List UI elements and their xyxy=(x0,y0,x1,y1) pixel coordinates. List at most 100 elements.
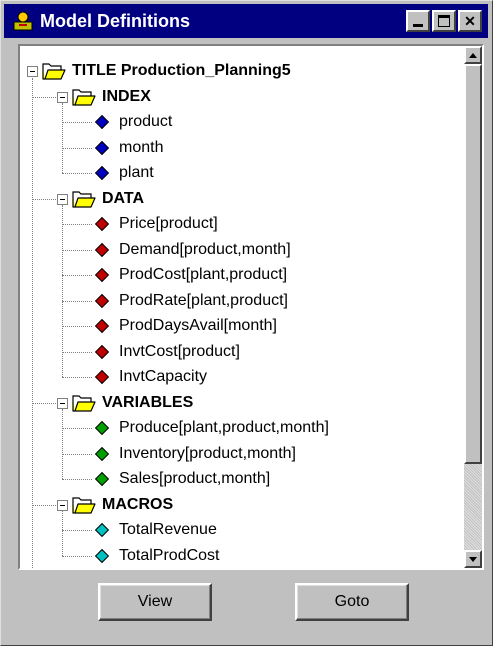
tree-connector xyxy=(62,377,92,378)
data-diamond-icon xyxy=(94,267,110,283)
scroll-down-button[interactable] xyxy=(464,550,482,568)
scroll-thumb[interactable] xyxy=(464,64,482,464)
goto-button[interactable]: Goto xyxy=(295,583,409,621)
item-label: TotalRevenue xyxy=(119,521,217,538)
data-diamond-icon xyxy=(94,216,110,232)
tree-connector xyxy=(62,224,92,225)
data-diamond-icon xyxy=(94,344,110,359)
window-title: Model Definitions xyxy=(40,10,190,31)
variables-diamond-icon xyxy=(94,446,110,461)
tree-item[interactable]: ProdDaysAvail[month] xyxy=(92,314,277,338)
tree-connector xyxy=(32,78,33,568)
item-label: Produce[plant,product,month] xyxy=(119,419,329,436)
tree-item[interactable]: ProdCost[plant,product] xyxy=(92,263,287,287)
title-bar[interactable]: Model Definitions ✕ xyxy=(4,4,488,38)
item-label: Demand[product,month] xyxy=(119,240,291,258)
macros-diamond-icon xyxy=(94,548,110,563)
tree-item[interactable]: product xyxy=(92,110,172,134)
scroll-up-button[interactable] xyxy=(464,46,482,64)
tree-connector xyxy=(62,479,92,480)
view-button[interactable]: View xyxy=(98,583,212,621)
item-label: month xyxy=(119,138,164,156)
tree-item[interactable]: Produce[plant,product,month] xyxy=(92,416,329,440)
tree-item[interactable]: plant xyxy=(92,161,154,185)
tree-item[interactable]: ProdRate[plant,product] xyxy=(92,289,288,313)
tree-root-label: TITLE Production_Planning5 xyxy=(72,62,291,79)
item-label: ProdDaysAvail[month] xyxy=(119,317,277,334)
folder-icon xyxy=(72,190,96,208)
tree-connector xyxy=(32,96,56,98)
tree-connector xyxy=(32,402,56,404)
group-toggle-index[interactable] xyxy=(57,91,68,103)
tree-connector xyxy=(62,204,63,377)
tree-group-index[interactable]: INDEX xyxy=(72,85,151,109)
group-label: DATA xyxy=(102,189,145,207)
minimize-button[interactable] xyxy=(406,10,430,32)
data-diamond-icon xyxy=(94,318,110,334)
tree-item[interactable]: Demand[product,month] xyxy=(92,238,291,262)
folder-icon xyxy=(72,394,96,412)
variables-diamond-icon xyxy=(94,471,110,487)
item-label: Sales[product,month] xyxy=(119,470,271,487)
tree-item[interactable]: InvtCapacity xyxy=(92,365,207,389)
group-label: INDEX xyxy=(102,87,151,105)
item-label: ProdCost[plant,product] xyxy=(119,266,288,283)
tree-connector xyxy=(62,428,92,429)
tree-connector xyxy=(62,147,92,149)
tree-item[interactable]: TotalProdCost xyxy=(92,544,220,568)
item-label: product xyxy=(119,113,173,130)
arrow-up-icon xyxy=(469,52,477,58)
tree-connector xyxy=(62,249,92,251)
model-definitions-window: Model Definitions ✕ TITLE Production_Pla… xyxy=(0,0,493,646)
item-label: plant xyxy=(119,164,154,181)
maximize-button[interactable] xyxy=(432,10,456,32)
tree-connector xyxy=(62,351,92,353)
tree-group-variables[interactable]: VARIABLES xyxy=(72,391,193,415)
tree-connector xyxy=(62,530,92,531)
group-label: MACROS xyxy=(102,495,174,513)
tree-connector xyxy=(62,510,63,556)
tree-item[interactable]: Inventory[product,month] xyxy=(92,442,296,466)
tree-connector xyxy=(32,198,56,200)
macros-diamond-icon xyxy=(94,522,110,538)
tree-connector xyxy=(32,504,56,506)
folder-icon xyxy=(72,496,96,514)
close-button[interactable]: ✕ xyxy=(458,10,482,32)
index-diamond-icon xyxy=(94,140,110,155)
tree-root[interactable]: TITLE Production_Planning5 xyxy=(42,59,291,83)
tree-connector xyxy=(62,122,92,123)
tree-group-macros[interactable]: MACROS xyxy=(72,493,173,517)
tree-group-data[interactable]: DATA xyxy=(72,187,144,211)
item-label: TotalProdCost xyxy=(119,546,220,564)
item-label: Inventory[product,month] xyxy=(119,444,296,462)
folder-icon xyxy=(42,63,66,80)
item-label: Price[product] xyxy=(119,215,218,232)
folder-icon xyxy=(72,88,96,106)
data-diamond-icon xyxy=(94,293,110,308)
group-toggle-macros[interactable] xyxy=(57,499,68,511)
tree-item[interactable]: Price[product] xyxy=(92,212,218,236)
tree-connector xyxy=(62,275,92,276)
arrow-down-icon xyxy=(469,556,477,562)
item-label: ProdRate[plant,product] xyxy=(119,291,288,309)
data-diamond-icon xyxy=(94,242,110,257)
data-diamond-icon xyxy=(94,369,110,385)
tree-item[interactable]: TotalRevenue xyxy=(92,518,217,542)
tree-content: TITLE Production_Planning5 INDEX product mo… xyxy=(20,46,464,568)
tree-connector xyxy=(62,453,92,455)
group-toggle-data[interactable] xyxy=(57,193,68,205)
vertical-scrollbar[interactable] xyxy=(464,46,482,568)
root-collapse-toggle[interactable] xyxy=(27,66,38,77)
tree-item[interactable]: month xyxy=(92,136,163,160)
group-toggle-variables[interactable] xyxy=(57,397,68,409)
tree-connector xyxy=(62,173,92,174)
index-diamond-icon xyxy=(94,165,110,181)
item-label: InvtCost[product] xyxy=(119,342,240,360)
item-label: InvtCapacity xyxy=(119,368,208,385)
index-diamond-icon xyxy=(94,114,110,130)
app-icon xyxy=(12,10,34,32)
tree-item[interactable]: InvtCost[product] xyxy=(92,340,240,364)
tree-item[interactable]: Sales[product,month] xyxy=(92,467,270,491)
tree-connector xyxy=(62,102,63,173)
tree-connector xyxy=(62,408,63,479)
